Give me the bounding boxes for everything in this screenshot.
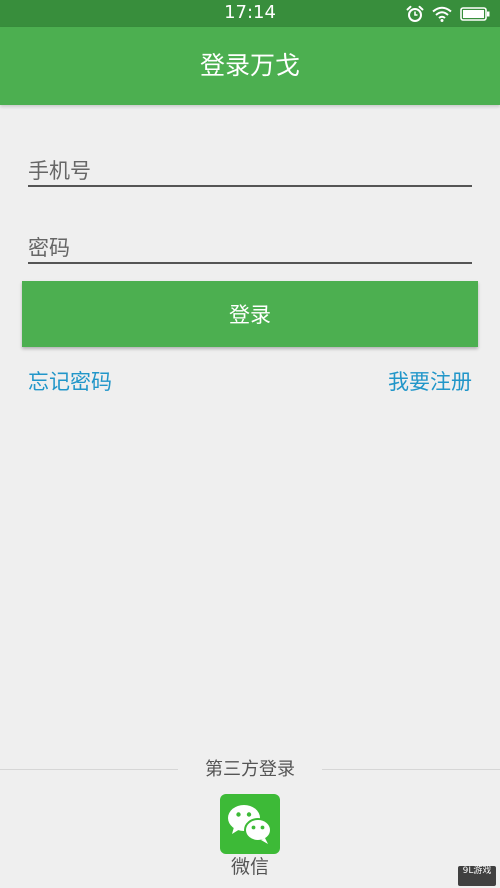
third-party-login-label: 第三方登录 xyxy=(205,759,295,780)
wechat-label: 微信 xyxy=(230,856,269,878)
wifi-icon xyxy=(432,6,452,22)
login-button[interactable]: 登录 xyxy=(22,281,478,347)
forgot-password-link[interactable]: 忘记密码 xyxy=(28,367,112,397)
phone-input[interactable] xyxy=(28,159,472,183)
wechat-icon xyxy=(228,805,272,844)
phone-field xyxy=(28,143,472,187)
battery-icon xyxy=(460,6,490,21)
register-link[interactable]: 我要注册 xyxy=(388,367,472,397)
watermark-logo: 9L游戏 xyxy=(458,866,496,886)
status-bar: 17:14 xyxy=(0,0,500,27)
divider-right xyxy=(322,769,500,770)
alarm-icon xyxy=(406,5,424,22)
password-field xyxy=(28,220,472,264)
password-input[interactable] xyxy=(28,236,472,260)
status-icons xyxy=(406,4,490,23)
app-bar: 登录万戈 xyxy=(0,27,500,105)
wechat-login-button[interactable] xyxy=(220,794,280,854)
page-title: 登录万戈 xyxy=(199,51,300,80)
